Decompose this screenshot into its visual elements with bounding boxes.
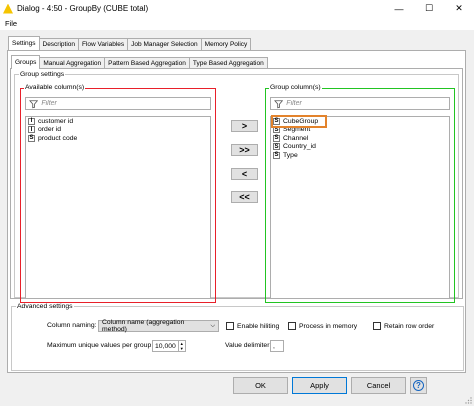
column-name: Country_id — [283, 143, 316, 151]
available-columns-list[interactable]: I customer id I order id S product code — [25, 116, 211, 299]
spin-down-icon[interactable]: ▼ — [179, 346, 185, 351]
tab-memory-policy[interactable]: Memory Policy — [200, 38, 252, 50]
tab-settings[interactable]: Settings — [8, 36, 40, 50]
resize-grip-icon[interactable] — [464, 396, 472, 404]
checkbox-box[interactable] — [288, 322, 296, 330]
cancel-button[interactable]: Cancel — [351, 377, 406, 394]
column-name: CubeGroup — [283, 117, 319, 125]
group-filter[interactable] — [270, 97, 450, 110]
column-name: Channel — [283, 134, 309, 142]
filter-icon — [274, 99, 284, 108]
list-item[interactable]: S Country_id — [273, 143, 449, 152]
maximize-button[interactable]: ☐ — [414, 0, 444, 17]
retain-row-order-checkbox[interactable]: Retain row order — [373, 322, 434, 330]
max-unique-spinner[interactable]: 10,000 ▲ ▼ — [152, 340, 186, 352]
string-type-icon: S — [28, 134, 35, 142]
remove-button[interactable]: < — [231, 168, 258, 180]
menu-file[interactable]: File — [3, 19, 19, 28]
groups-panel: Group settings Available column(s) I cus… — [10, 68, 463, 303]
app-warning-icon — [3, 3, 13, 14]
integer-type-icon: I — [28, 126, 35, 134]
column-name: Type — [283, 151, 298, 159]
integer-type-icon: I — [28, 117, 35, 125]
enable-hiliting-label: Enable hiliting — [237, 322, 280, 330]
group-columns-title: Group column(s) — [269, 84, 322, 91]
group-columns-list[interactable]: S CubeGroup S Segment S Channel S Countr… — [270, 115, 450, 299]
column-name: customer id — [38, 117, 74, 125]
add-button[interactable]: > — [231, 120, 258, 132]
max-unique-label: Maximum unique values per group — [47, 342, 152, 349]
help-icon: ? — [413, 380, 424, 391]
column-naming-label: Column naming: — [47, 322, 97, 329]
ok-button[interactable]: OK — [233, 377, 288, 394]
advanced-settings-legend: Advanced settings — [17, 303, 73, 310]
process-in-memory-label: Process in memory — [299, 322, 358, 330]
max-unique-value[interactable]: 10,000 — [153, 343, 178, 350]
list-item[interactable]: S product code — [28, 134, 210, 143]
retain-row-order-label: Retain row order — [384, 322, 435, 330]
string-type-icon: S — [273, 134, 280, 142]
value-delimiter-label: Value delimiter — [225, 342, 270, 349]
tab-job-manager-selection[interactable]: Job Manager Selection — [127, 38, 202, 50]
group-filter-input[interactable] — [286, 100, 449, 107]
available-columns-title: Available column(s) — [24, 84, 86, 91]
list-item[interactable]: S Type — [273, 151, 449, 160]
outer-tab-strip: Settings Description Flow Variables Job … — [8, 36, 252, 50]
help-button[interactable]: ? — [410, 377, 427, 394]
apply-button[interactable]: Apply — [292, 377, 347, 394]
group-settings-legend: Group settings — [20, 71, 65, 78]
string-type-icon: S — [273, 151, 280, 159]
enable-hiliting-checkbox[interactable]: Enable hiliting — [226, 322, 279, 330]
filter-icon — [29, 99, 39, 108]
list-item[interactable]: I order id — [28, 126, 210, 135]
tab-description[interactable]: Description — [38, 38, 80, 50]
process-in-memory-checkbox[interactable]: Process in memory — [288, 322, 357, 330]
group-settings: Group settings Available column(s) I cus… — [14, 71, 459, 303]
minimize-button[interactable]: — — [384, 0, 414, 17]
column-name: product code — [38, 134, 78, 142]
list-item[interactable]: S Channel — [273, 134, 449, 143]
available-filter[interactable] — [25, 97, 211, 110]
column-name: Segment — [283, 126, 311, 134]
add-all-button[interactable]: >> — [231, 144, 258, 156]
column-name: order id — [38, 126, 62, 134]
available-filter-input[interactable] — [41, 100, 210, 107]
window-title: Dialog - 4:50 - GroupBy (CUBE total) — [17, 4, 149, 13]
checkbox-box[interactable] — [373, 322, 381, 330]
list-item[interactable]: I customer id — [28, 117, 210, 126]
available-columns-box: Available column(s) I customer id I orde… — [20, 84, 216, 303]
column-naming-value: Column name (aggregation method) — [102, 319, 185, 333]
list-item[interactable]: S Segment — [273, 126, 449, 135]
menu-bar: File — [0, 17, 474, 30]
close-button[interactable]: ✕ — [444, 0, 474, 17]
tab-flow-variables[interactable]: Flow Variables — [78, 38, 129, 50]
title-bar: Dialog - 4:50 - GroupBy (CUBE total) — ☐… — [0, 0, 474, 17]
remove-all-button[interactable]: << — [231, 191, 258, 203]
value-delimiter-input[interactable]: , — [270, 340, 284, 352]
string-type-icon: S — [273, 126, 280, 134]
advanced-settings: Advanced settings Column naming: Column … — [11, 303, 464, 371]
settings-panel: Groups Manual Aggregation Pattern Based … — [7, 50, 466, 373]
string-type-icon: S — [273, 143, 280, 151]
checkbox-box[interactable] — [226, 322, 234, 330]
chevron-down-icon: ⌵ — [210, 322, 215, 329]
column-naming-select[interactable]: Column name (aggregation method) ⌵ — [98, 319, 219, 333]
string-type-icon: S — [273, 117, 280, 125]
tab-groups[interactable]: Groups — [11, 55, 41, 69]
list-item-cubegroup[interactable]: S CubeGroup — [271, 115, 327, 128]
group-columns-box: Group column(s) S CubeGroup S Segment — [265, 84, 455, 303]
